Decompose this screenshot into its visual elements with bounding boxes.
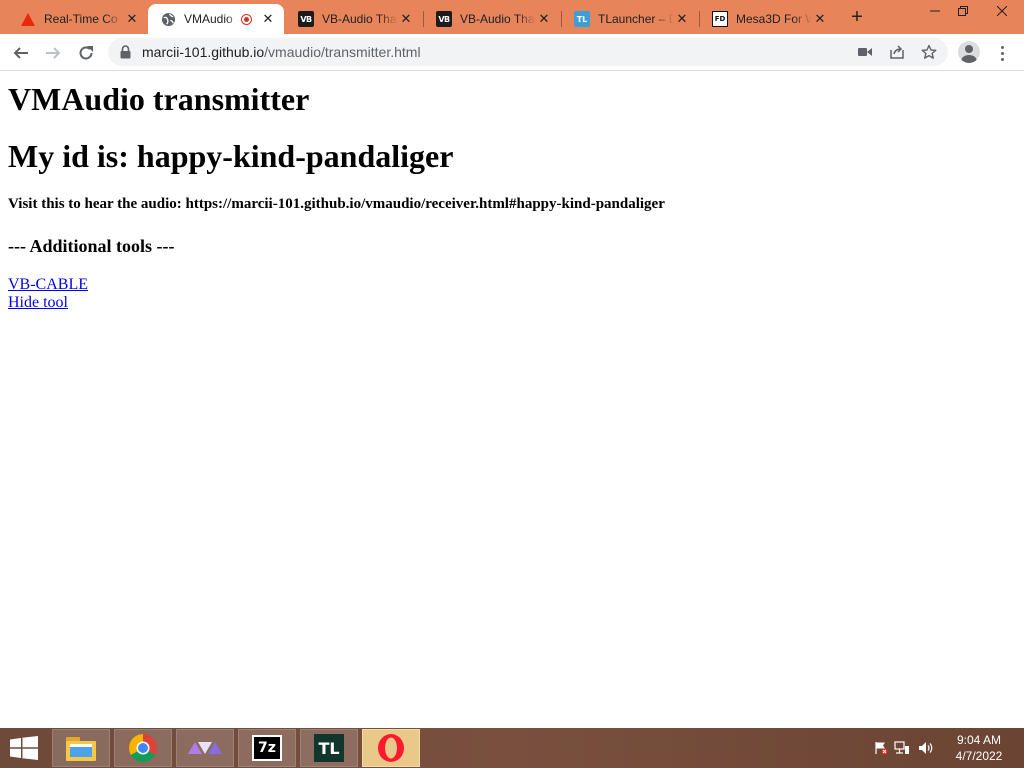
url-host: marcii-101.github.io (142, 44, 265, 60)
7zip-icon: 7z (252, 735, 282, 761)
tab-mesa3d[interactable]: FD Mesa3D For W ✕ (700, 4, 836, 34)
page-content: VMAudio transmitter My id is: happy-kind… (0, 71, 1024, 728)
taskbar-clock[interactable]: 9:04 AM 4/7/2022 (946, 732, 1012, 764)
recording-icon (241, 13, 252, 25)
hide-tool-link[interactable]: Hide tool (8, 294, 68, 312)
windows-taskbar: 7z TL 9:04 AM 4/7/2022 (0, 728, 1024, 768)
close-icon[interactable]: ✕ (260, 11, 276, 27)
tab-title: Real-Time Co (44, 12, 118, 26)
clock-date: 4/7/2022 (955, 749, 1003, 763)
back-arrow-icon (13, 47, 28, 59)
restore-button[interactable] (948, 0, 978, 22)
tab-vb-audio-1[interactable]: VB VB-Audio Tha ✕ (286, 4, 422, 34)
browser-toolbar: marcii-101.github.io/vmaudio/transmitter… (0, 34, 1024, 71)
opera-icon (378, 734, 404, 762)
page-title: VMAudio transmitter (8, 81, 310, 117)
tab-vmaudio[interactable]: VMAudio ✕ (148, 4, 284, 34)
vb-audio-icon: VB (298, 11, 314, 27)
globe-icon (160, 11, 176, 27)
reload-button[interactable] (73, 40, 99, 66)
lock-icon[interactable] (120, 45, 131, 64)
tab-title: TLauncher – D (598, 12, 674, 26)
tab-title: VMAudio (184, 12, 233, 26)
forward-button[interactable] (40, 40, 66, 66)
tools-heading: --- Additional tools --- (8, 236, 175, 256)
tlauncher-icon: TL (574, 11, 590, 27)
url-path: /vmaudio/transmitter.html (264, 44, 421, 60)
tab-title: Mesa3D For W (736, 12, 812, 26)
camera-icon[interactable] (856, 43, 874, 61)
taskbar-7zip[interactable]: 7z (238, 729, 296, 767)
windows-logo-icon (10, 736, 38, 760)
taskbar-file-explorer[interactable] (52, 729, 110, 767)
visit-instructions: Visit this to hear the audio: https://ma… (8, 196, 665, 212)
vb-cable-link[interactable]: VB-CABLE (8, 276, 88, 294)
vb-audio-icon: VB (436, 11, 452, 27)
star-bookmark-icon[interactable] (920, 43, 938, 61)
system-tray (872, 728, 938, 768)
id-heading: My id is: happy-kind-pandaliger (8, 138, 454, 174)
chrome-menu-icon[interactable] (994, 42, 1010, 64)
fd-icon: FD (712, 11, 728, 27)
close-icon[interactable]: ✕ (812, 11, 828, 27)
minimize-button[interactable] (920, 0, 950, 22)
url-text[interactable]: marcii-101.github.io/vmaudio/transmitter… (142, 44, 421, 60)
warning-triangle-icon (20, 11, 36, 27)
close-icon[interactable]: ✕ (124, 11, 140, 27)
taskbar-tlauncher[interactable]: TL (300, 729, 358, 767)
forward-arrow-icon (46, 47, 61, 59)
network-icon[interactable] (890, 741, 914, 755)
tab-vb-audio-2[interactable]: VB VB-Audio Tha ✕ (424, 4, 560, 34)
volume-icon[interactable] (914, 741, 938, 755)
share-icon[interactable] (888, 43, 906, 61)
reload-icon (79, 46, 93, 60)
close-icon[interactable]: ✕ (536, 11, 552, 27)
tab-tlauncher[interactable]: TL TLauncher – D ✕ (562, 4, 698, 34)
start-button[interactable] (0, 728, 48, 768)
close-window-button[interactable] (980, 0, 1024, 22)
tab-title: VB-Audio Tha (322, 12, 397, 26)
tab-real-time[interactable]: Real-Time Co ✕ (8, 4, 148, 34)
tab-strip: Real-Time Co ✕ VMAudio ✕ VB VB-Audio Tha… (0, 0, 1024, 34)
taskbar-opera[interactable] (362, 729, 420, 767)
tlauncher-label: TL (318, 738, 340, 758)
action-center-flag-icon[interactable] (872, 741, 890, 755)
back-button[interactable] (8, 40, 34, 66)
address-bar[interactable]: marcii-101.github.io/vmaudio/transmitter… (108, 38, 948, 66)
file-explorer-icon (66, 737, 96, 761)
vm-app-icon (188, 742, 222, 754)
tab-title: VB-Audio Tha (460, 12, 535, 26)
chrome-icon (129, 734, 157, 762)
taskbar-vm-app[interactable] (176, 729, 234, 767)
taskbar-chrome[interactable] (114, 729, 172, 767)
close-icon[interactable]: ✕ (674, 11, 690, 27)
clock-time: 9:04 AM (956, 733, 1002, 747)
close-icon[interactable]: ✕ (398, 11, 414, 27)
7zip-label: 7z (258, 740, 276, 756)
profile-avatar-icon[interactable] (958, 41, 980, 63)
tlauncher-icon: TL (314, 734, 344, 762)
new-tab-button[interactable]: + (846, 6, 868, 28)
